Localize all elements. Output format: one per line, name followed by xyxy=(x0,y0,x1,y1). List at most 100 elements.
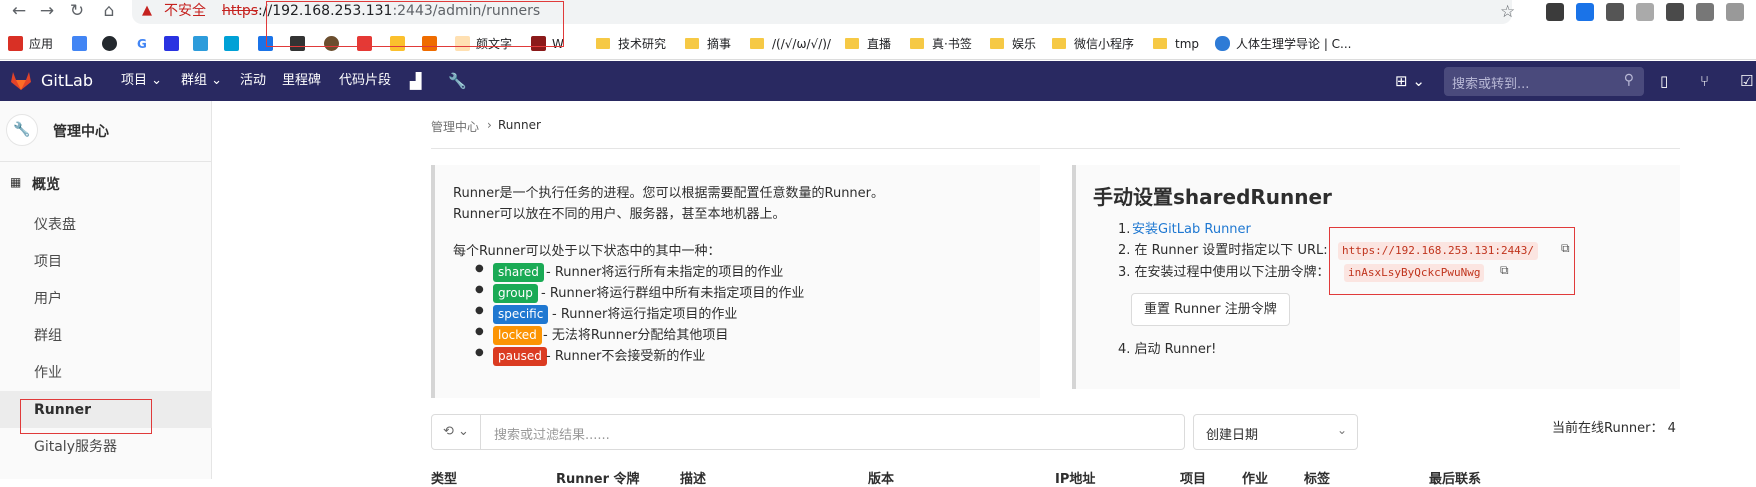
bookmark-apps[interactable]: 应用 xyxy=(8,34,53,54)
copy-icon[interactable]: ⧉ xyxy=(1500,263,1509,278)
bookmark-folder[interactable]: /(/√/ω/√/)/ xyxy=(750,34,831,54)
sidebar-toggle-icon[interactable]: ▯ xyxy=(1660,61,1668,101)
bookmark-bilibili[interactable] xyxy=(224,34,245,54)
copy-icon[interactable]: ⧉ xyxy=(1561,241,1570,256)
bookmark-kaomoji[interactable]: 颜文字 xyxy=(455,34,512,54)
setup-title: 手动设置sharedRunner xyxy=(1093,185,1332,209)
sidebar-item-dashboard[interactable]: 仪表盘 xyxy=(34,215,76,235)
url-text[interactable]: https://192.168.253.131:2443/admin/runne… xyxy=(222,2,540,20)
folder-icon xyxy=(910,38,924,49)
sidebar-section-overview[interactable]: 概览 xyxy=(32,174,60,194)
bookmark-avatar[interactable] xyxy=(324,34,345,54)
bookmark-d[interactable] xyxy=(258,34,279,54)
folder-icon xyxy=(596,38,610,49)
table-header: Runner 令牌 xyxy=(556,472,640,487)
extension-icon[interactable] xyxy=(1606,3,1624,21)
bilibili-icon xyxy=(224,36,239,51)
sidebar-item-groups[interactable]: 群组 xyxy=(34,326,62,346)
bookmark-translate[interactable] xyxy=(72,34,93,54)
bookmark-google[interactable]: G xyxy=(137,34,147,54)
forward-icon[interactable]: → xyxy=(36,0,58,22)
info-line: 每个Runner可以处于以下状态中的其中一种： xyxy=(453,244,721,259)
extension-icon[interactable] xyxy=(1576,3,1594,21)
bullet: ● xyxy=(475,305,484,316)
install-runner-link[interactable]: 安装GitLab Runner xyxy=(1132,221,1251,238)
bookmark-folder[interactable]: 微信小程序 xyxy=(1052,34,1134,54)
runner-url-code[interactable]: https://192.168.253.131:2443/ xyxy=(1338,242,1539,260)
chevron-down-icon: ⌄ xyxy=(1336,423,1347,437)
brand-name[interactable]: GitLab xyxy=(41,61,93,101)
sidebar-title[interactable]: 管理中心 xyxy=(53,121,109,141)
nav-projects[interactable]: 项目 ⌄ xyxy=(121,61,162,101)
bookmark-folder[interactable]: 摘事 xyxy=(685,34,731,54)
reload-icon[interactable]: ↻ xyxy=(66,0,88,22)
bookmark-orange[interactable] xyxy=(422,34,443,54)
bookmark-github[interactable] xyxy=(102,34,123,54)
bookmark-folder[interactable]: 娱乐 xyxy=(990,34,1036,54)
sidebar-item-users[interactable]: 用户 xyxy=(34,289,62,309)
nav-groups[interactable]: 群组 ⌄ xyxy=(181,61,222,101)
setup-step-4: 4. 启动 Runner! xyxy=(1118,342,1217,357)
sidebar-item-active-bg xyxy=(0,391,212,428)
bookmark-star-icon[interactable]: ☆ xyxy=(1500,1,1515,23)
extension-icon[interactable] xyxy=(1726,3,1744,21)
bookmark-folder[interactable]: 直播 xyxy=(845,34,891,54)
url-path: :2443/admin/runners xyxy=(392,3,541,19)
bookmark-shield[interactable] xyxy=(357,34,378,54)
bookmark-physiology[interactable]: 人体生理学导论 | C... xyxy=(1215,34,1352,54)
status-badge-specific: specific xyxy=(493,305,549,324)
status-badge-shared: shared xyxy=(493,263,544,282)
sidebar-item-gitaly[interactable]: Gitaly服务器 xyxy=(34,437,117,457)
sidebar-item-runner[interactable]: Runner xyxy=(34,400,91,420)
sidebar-item-projects[interactable]: 项目 xyxy=(34,252,62,272)
sort-dropdown[interactable]: 创建日期 ⌄ xyxy=(1193,414,1358,450)
bullet: ● xyxy=(475,326,484,337)
code-icon xyxy=(290,36,305,51)
extension-icon[interactable] xyxy=(1666,3,1684,21)
bookmark-code[interactable] xyxy=(290,34,311,54)
sidebar: 🔧 管理中心 ▦ 概览 仪表盘 项目 用户 群组 作业 Runner Gital… xyxy=(0,101,212,479)
wrench-icon[interactable]: 🔧 xyxy=(448,61,467,101)
bookmark-yellow[interactable] xyxy=(390,34,411,54)
reset-token-button[interactable]: 重置 Runner 注册令牌 xyxy=(1131,293,1290,326)
step-number: 1. xyxy=(1118,222,1131,237)
app-icon xyxy=(390,36,405,51)
table-header: IP地址 xyxy=(1055,472,1096,487)
extension-icon[interactable] xyxy=(1636,3,1654,21)
github-icon xyxy=(102,36,117,51)
nav-milestones[interactable]: 里程碑 xyxy=(282,61,321,101)
registration-token-code[interactable]: inAsxLsyByQckcPwuNwg xyxy=(1344,264,1485,282)
history-icon[interactable]: ⟲ ⌄ xyxy=(432,415,481,449)
nav-snippets[interactable]: 代码片段 xyxy=(339,61,391,101)
extension-icon[interactable] xyxy=(1696,3,1714,21)
state-description: - Runner不会接受新的作业 xyxy=(546,349,706,364)
todo-icon[interactable]: ☑ xyxy=(1740,61,1753,101)
back-icon[interactable]: ← xyxy=(8,0,30,22)
breadcrumb-current: Runner xyxy=(498,118,541,132)
gitlab-logo-icon[interactable] xyxy=(10,70,32,91)
table-header: 作业 xyxy=(1242,472,1269,487)
nav-activity[interactable]: 活动 xyxy=(240,61,266,101)
bullet: ● xyxy=(475,263,484,274)
state-description: - Runner将运行群组中所有未指定项目的作业 xyxy=(541,286,805,301)
bookmark-w[interactable]: W xyxy=(531,34,564,54)
bookmark-folder[interactable]: tmp xyxy=(1153,34,1199,54)
extension-icon[interactable] xyxy=(1546,3,1564,21)
home-icon[interactable]: ⌂ xyxy=(98,0,120,22)
breadcrumb-parent[interactable]: 管理中心 xyxy=(431,118,479,135)
insecure-label[interactable]: 不安全 xyxy=(164,2,206,20)
bookmark-baidu[interactable] xyxy=(164,34,185,54)
bookmark-folder[interactable]: 技术研究 xyxy=(596,34,666,54)
table-header: 描述 xyxy=(680,472,707,487)
search-input[interactable]: 搜索或转到... ⚲ xyxy=(1444,67,1644,96)
filter-search-bar[interactable]: ⟲ ⌄ 搜索或过滤结果...... xyxy=(431,414,1185,450)
plus-menu-icon[interactable]: ⊞ ⌄ xyxy=(1395,61,1425,101)
info-line: Runner是一个执行任务的进程。您可以根据需要配置任意数量的Runner。 xyxy=(453,186,885,201)
bookmark-folder[interactable]: 真·书签 xyxy=(910,34,972,54)
bookmark-site[interactable] xyxy=(193,34,214,54)
chart-icon[interactable]: ▟ xyxy=(410,61,422,101)
sidebar-item-jobs[interactable]: 作业 xyxy=(34,363,62,383)
merge-request-icon[interactable]: ⑂ xyxy=(1700,61,1709,101)
divider xyxy=(431,148,1680,149)
status-badge-locked: locked xyxy=(493,326,542,345)
